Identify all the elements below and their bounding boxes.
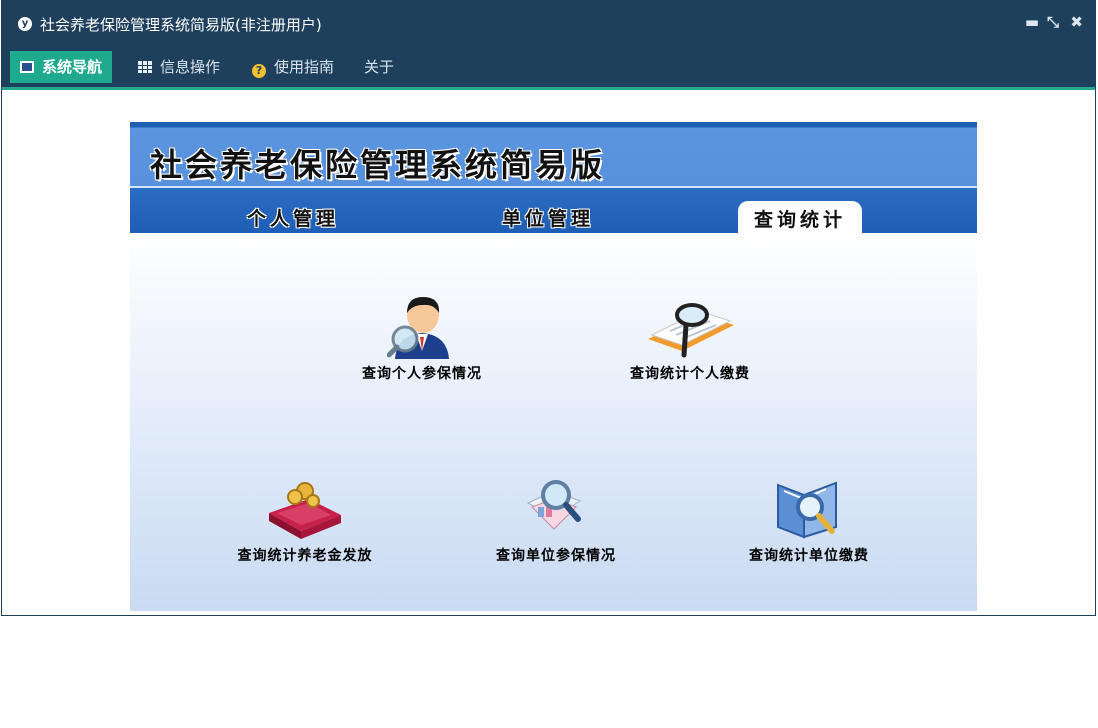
help-icon: ? [252, 64, 266, 78]
menu-item-system-nav[interactable]: 系统导航 [10, 51, 113, 83]
tab-personal-management[interactable]: 个人管理 [247, 204, 339, 231]
tile-query-unit-insurance[interactable]: 查询单位参保情况 [486, 477, 626, 565]
app-banner: 社会养老保险管理系统简易版 [130, 122, 977, 186]
menu-item-about[interactable]: 关于 [354, 51, 404, 83]
document-magnifier-icon [648, 303, 734, 358]
app-logo-icon: y [18, 17, 32, 31]
menu-item-label: 系统导航 [42, 58, 103, 76]
tile-query-pension-payout[interactable]: 查询统计养老金发放 [225, 477, 385, 565]
report-search-icon [526, 480, 582, 530]
tile-label: 查询个人参保情况 [362, 366, 482, 382]
window-title: 社会养老保险管理系统简易版(非注册用户) [40, 16, 322, 34]
query-tiles-area: 查询个人参保情况 查询统计个人缴费 查询统计养老金发放 查询单位参保情况 查询统… [130, 233, 977, 611]
tab-query-statistics[interactable]: 查询统计 [738, 201, 863, 235]
menu-item-info-ops[interactable]: 信息操作 [128, 51, 230, 83]
minimize-button[interactable]: ▬ [1025, 13, 1039, 31]
grid-icon [138, 61, 152, 73]
tile-label: 查询统计个人缴费 [630, 366, 750, 382]
monitor-icon [20, 61, 34, 73]
menu-bar: 系统导航 信息操作 ? 使用指南 关于 [2, 47, 1095, 90]
menu-item-label: 使用指南 [274, 58, 335, 76]
tab-unit-management[interactable]: 单位管理 [502, 204, 594, 231]
tile-query-personal-payment[interactable]: 查询统计个人缴费 [620, 295, 760, 383]
banner-title: 社会养老保险管理系统简易版 [150, 146, 606, 184]
menu-item-label: 信息操作 [160, 58, 221, 76]
tab-strip: 个人管理 单位管理 查询统计 [130, 186, 977, 235]
restore-button[interactable]: ⤡ [1047, 13, 1059, 31]
tile-query-personal-insurance[interactable]: 查询个人参保情况 [352, 295, 492, 383]
money-book-icon [269, 482, 341, 539]
book-search-icon [777, 481, 837, 539]
tile-label: 查询统计养老金发放 [237, 548, 373, 564]
close-button[interactable]: ✖ [1070, 13, 1083, 31]
menu-item-label: 关于 [364, 58, 395, 76]
tile-label: 查询统计单位缴费 [749, 548, 869, 564]
menu-item-user-guide[interactable]: ? 使用指南 [242, 51, 344, 83]
app-panel: 社会养老保险管理系统简易版 个人管理 单位管理 查询统计 查询个人参保情况 查询… [130, 122, 977, 611]
tile-label: 查询单位参保情况 [496, 548, 616, 564]
person-search-icon [387, 297, 449, 359]
title-bar[interactable]: y 社会养老保险管理系统简易版(非注册用户) ▬ ⤡ ✖ [2, 1, 1095, 47]
tile-query-unit-payment[interactable]: 查询统计单位缴费 [736, 477, 882, 565]
